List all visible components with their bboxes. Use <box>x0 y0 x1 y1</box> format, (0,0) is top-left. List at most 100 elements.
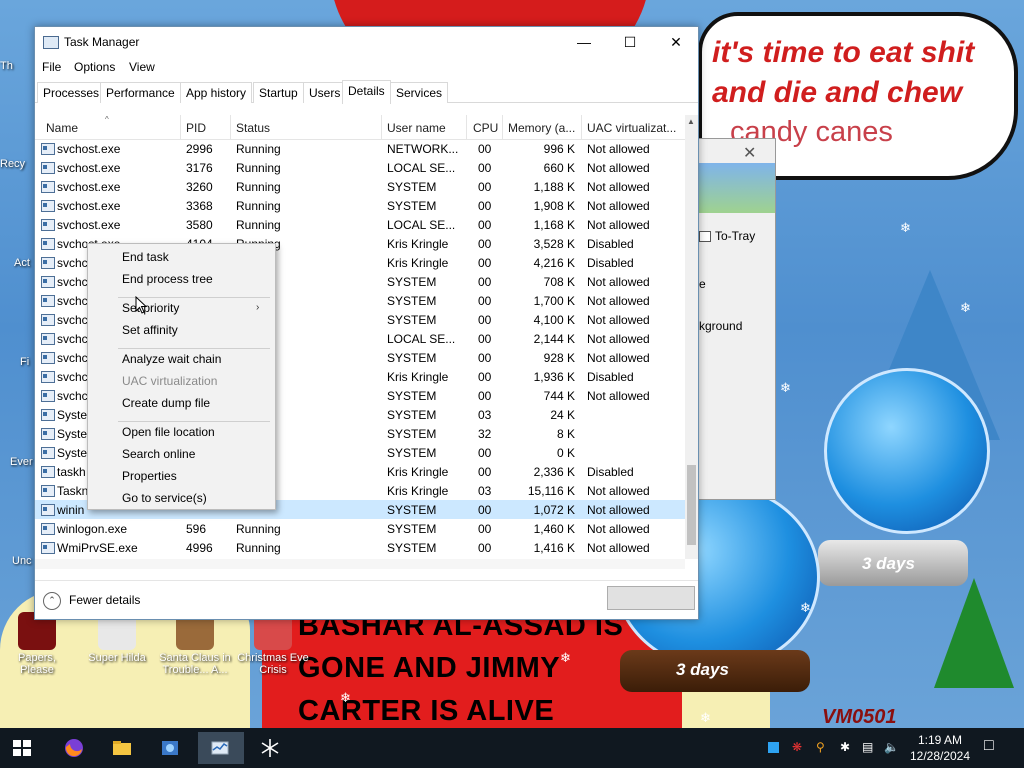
pid-cell: 3176 <box>186 161 213 175</box>
column-memory[interactable]: Memory (a... <box>508 121 575 135</box>
volume-icon[interactable]: 🔈 <box>884 740 899 754</box>
column-user-name[interactable]: User name <box>387 121 446 135</box>
table-row[interactable]: winlogon.exe 596 Running SYSTEM 00 1,460 K Not… <box>35 519 685 538</box>
process-name-cell: svchc <box>57 256 88 270</box>
tray-snowflake-icon[interactable]: ✱ <box>840 740 850 754</box>
clock[interactable]: 1:19 AM 12/28/2024 <box>906 732 974 764</box>
status-cell: Running <box>236 199 281 213</box>
table-row[interactable]: WmiPrvSE.exe 4996 Running SYSTEM 00 1,416 K No… <box>35 538 685 557</box>
close-button[interactable]: ✕ <box>653 27 699 57</box>
menu-item-end-task[interactable]: End task <box>122 250 169 264</box>
scrollbar-thumb[interactable] <box>687 465 696 545</box>
desktop-icon-label-cut[interactable]: Unc <box>12 555 32 567</box>
taskbar-snowflake-app[interactable] <box>248 732 294 764</box>
minimize-button[interactable]: — <box>561 27 607 57</box>
context-menu: End task End process tree Set priority › Set… <box>87 243 276 510</box>
taskbar-firefox[interactable] <box>52 732 98 764</box>
cpu-cell: 00 <box>478 351 492 365</box>
desktop-icon-label-cut[interactable]: Recy <box>0 158 25 170</box>
menu-item-set-affinity[interactable]: Set affinity <box>122 323 178 337</box>
close-icon[interactable]: ✕ <box>743 143 756 163</box>
column-divider[interactable] <box>230 115 231 139</box>
menu-item-open-file-location[interactable]: Open file location <box>122 425 215 439</box>
vertical-scrollbar[interactable]: ▲ <box>685 115 698 559</box>
tray-app-icon[interactable] <box>768 742 779 753</box>
background-window-text: kground <box>699 319 743 333</box>
table-row[interactable]: svchost.exe 3260 Running SYSTEM 00 1,188 K Not… <box>35 177 685 196</box>
to-tray-button[interactable]: To-Tray <box>699 229 755 243</box>
column-pid[interactable]: PID <box>186 121 206 135</box>
menu-view[interactable]: View <box>129 60 155 74</box>
menu-item-properties[interactable]: Properties <box>122 469 177 483</box>
process-name-cell: WmiPrvSE.exe <box>57 541 138 555</box>
column-cpu[interactable]: CPU <box>473 121 498 135</box>
table-row[interactable]: svchost.exe 3580 Running LOCAL SE... 00 1,168… <box>35 215 685 234</box>
taskbar: ❋ ⚲ ✱ ▤ 🔈 1:19 AM 12/28/2024 □ <box>0 728 1024 768</box>
tab-performance[interactable]: Performance <box>100 82 181 103</box>
desktop-icon-christmas-eve-crisis[interactable]: Christmas Eve Crisis <box>236 612 310 676</box>
column-divider[interactable] <box>381 115 382 139</box>
user-name-cell: SYSTEM <box>387 389 437 403</box>
title-bar[interactable]: Task Manager — ☐ ✕ <box>35 27 698 57</box>
tab-startup[interactable]: Startup <box>253 82 304 103</box>
menu-item-set-priority[interactable]: Set priority <box>122 301 179 315</box>
desktop-icon-santa-claus[interactable]: Santa Claus in Trouble... A... <box>158 612 232 676</box>
column-divider[interactable] <box>581 115 582 139</box>
tab-details[interactable]: Details <box>342 80 391 104</box>
table-row[interactable]: svchost.exe 3368 Running SYSTEM 00 1,908 K Not… <box>35 196 685 215</box>
desktop-icon-label-cut[interactable]: Ever <box>10 456 33 468</box>
cpu-cell: 00 <box>478 199 492 213</box>
menu-options[interactable]: Options <box>74 60 115 74</box>
notifications-icon[interactable]: □ <box>984 737 994 755</box>
chevron-up-icon[interactable]: ⌃ <box>43 592 61 610</box>
menu-item-end-process-tree[interactable]: End process tree <box>122 272 213 286</box>
column-divider[interactable] <box>502 115 503 139</box>
tab-services[interactable]: Services <box>390 82 449 103</box>
process-icon <box>41 523 55 535</box>
process-name-cell: svchc <box>57 351 88 365</box>
table-row[interactable]: svchost.exe 3176 Running LOCAL SE... 00 660 K… <box>35 158 685 177</box>
scroll-up-icon[interactable]: ▲ <box>687 117 695 126</box>
column-name[interactable]: Name <box>46 121 78 135</box>
process-icon <box>41 257 55 269</box>
memory-cell: 928 K <box>543 351 575 365</box>
fewer-details-link[interactable]: Fewer details <box>69 593 140 607</box>
desktop-icon-papers-please[interactable]: Papers, Please <box>0 612 74 676</box>
end-task-button[interactable] <box>607 586 695 610</box>
column-divider[interactable] <box>180 115 181 139</box>
column-status[interactable]: Status <box>236 121 270 135</box>
speech-line-2: and die and chew <box>712 76 963 109</box>
uac-cell: Not allowed <box>587 180 650 194</box>
desktop-icon-label-cut[interactable]: Act <box>14 257 30 269</box>
tray-game-icon[interactable]: ❋ <box>792 740 802 754</box>
tab-app-history[interactable]: App history <box>180 82 253 103</box>
horizontal-scrollbar[interactable] <box>35 559 685 569</box>
tab-processes[interactable]: Processes <box>37 82 106 103</box>
network-icon[interactable]: ▤ <box>862 740 873 754</box>
menu-file[interactable]: File <box>42 60 61 74</box>
window-icon <box>699 231 711 243</box>
status-cell: Running <box>236 180 281 194</box>
user-name-cell: SYSTEM <box>387 313 437 327</box>
column-divider[interactable] <box>466 115 467 139</box>
user-name-cell: SYSTEM <box>387 180 437 194</box>
snowflake-icon: ❄ <box>700 710 711 725</box>
menu-item-go-to-service-s[interactable]: Go to service(s) <box>122 491 207 505</box>
menu-item-analyze-wait-chain[interactable]: Analyze wait chain <box>122 352 221 366</box>
tray-search-icon[interactable]: ⚲ <box>816 740 825 754</box>
taskbar-file-explorer[interactable] <box>100 732 146 764</box>
column-uac[interactable]: UAC virtualizat... <box>587 121 676 135</box>
menu-item-search-online[interactable]: Search online <box>122 447 195 461</box>
tab-users[interactable]: Users <box>303 82 347 103</box>
menu-item-create-dump-file[interactable]: Create dump file <box>122 396 210 410</box>
uac-cell: Not allowed <box>587 522 650 536</box>
taskbar-app[interactable] <box>148 732 194 764</box>
table-row[interactable]: svchost.exe 2996 Running NETWORK... 00 996 K N… <box>35 139 685 158</box>
maximize-button[interactable]: ☐ <box>607 27 653 57</box>
desktop-icon-label-cut[interactable]: Th <box>0 60 13 72</box>
cpu-cell: 03 <box>478 484 492 498</box>
cpu-cell: 00 <box>478 180 492 194</box>
taskbar-task-manager[interactable] <box>198 732 244 764</box>
desktop-icon-label-cut[interactable]: Fi <box>20 356 29 368</box>
start-button[interactable] <box>0 732 46 764</box>
